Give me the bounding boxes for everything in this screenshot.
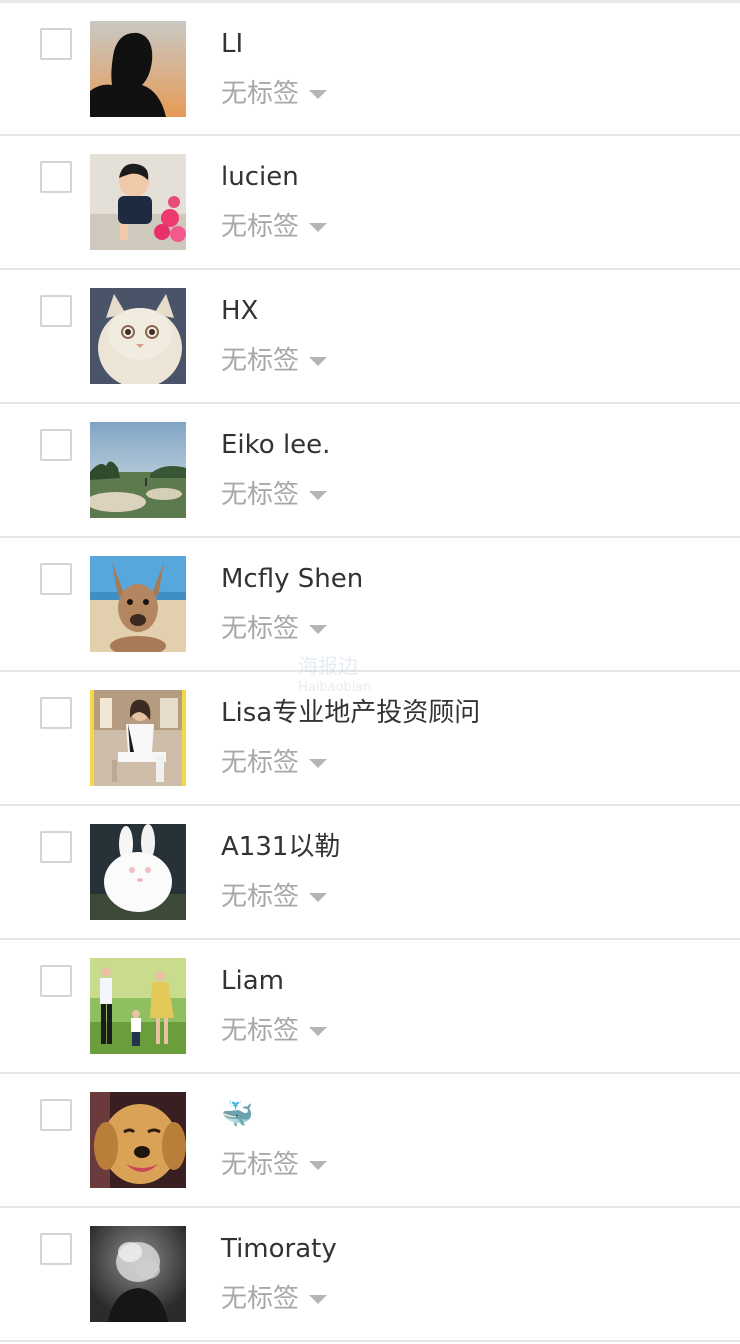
contact-name: 🐳 (221, 1100, 254, 1130)
caret-down-icon (309, 758, 328, 768)
tag-label: 无标签 (221, 748, 300, 778)
select-checkbox[interactable] (40, 161, 72, 193)
contact-row: Mcfly Shen 无标签 (0, 538, 740, 672)
tag-label: 无标签 (221, 1016, 300, 1046)
caret-down-icon (309, 1026, 328, 1036)
contact-row: HX 无标签 (0, 270, 740, 404)
tag-label: 无标签 (221, 614, 300, 644)
tag-dropdown[interactable]: 无标签 (221, 1014, 328, 1048)
golf-course-landscape-photo (90, 422, 186, 518)
select-checkbox[interactable] (40, 295, 72, 327)
avatar[interactable] (90, 288, 186, 384)
avatar[interactable] (90, 824, 186, 920)
select-checkbox[interactable] (40, 831, 72, 863)
select-checkbox[interactable] (40, 1099, 72, 1131)
caret-down-icon (309, 89, 328, 99)
tag-dropdown[interactable]: 无标签 (221, 344, 328, 378)
contact-name: Timoraty (221, 1234, 337, 1264)
tag-dropdown[interactable]: 无标签 (221, 1282, 328, 1316)
select-checkbox[interactable] (40, 429, 72, 461)
avatar[interactable] (90, 690, 186, 786)
contact-name: Eiko lee. (221, 430, 331, 460)
caret-down-icon (309, 1294, 328, 1304)
tag-dropdown[interactable]: 无标签 (221, 210, 328, 244)
avatar[interactable] (90, 1226, 186, 1322)
tag-label: 无标签 (221, 346, 300, 376)
contact-name: Mcfly Shen (221, 564, 364, 594)
contact-name: A131以勒 (221, 832, 341, 862)
select-checkbox[interactable] (40, 1233, 72, 1265)
avatar[interactable] (90, 958, 186, 1054)
avatar[interactable] (90, 422, 186, 518)
tag-dropdown[interactable]: 无标签 (221, 1148, 328, 1182)
contact-name: HX (221, 296, 259, 326)
contact-name: lucien (221, 162, 299, 192)
caret-down-icon (309, 490, 328, 500)
tag-dropdown[interactable]: 无标签 (221, 880, 328, 914)
tag-label: 无标签 (221, 1284, 300, 1314)
contact-row: Liam 无标签 (0, 940, 740, 1074)
contact-row: Eiko lee. 无标签 (0, 404, 740, 538)
contact-row: lucien 无标签 (0, 136, 740, 270)
avatar[interactable] (90, 21, 186, 117)
select-checkbox[interactable] (40, 563, 72, 595)
tag-dropdown[interactable]: 无标签 (221, 612, 328, 646)
white-rabbit-photo (90, 824, 186, 920)
contact-list: LI 无标签 lucien 无标签 HX 无标签 Eiko lee. 无标签 M… (0, 0, 740, 1344)
tag-dropdown[interactable]: 无标签 (221, 478, 328, 512)
contact-row: Timoraty 无标签 (0, 1208, 740, 1342)
caret-down-icon (309, 222, 328, 232)
avatar[interactable] (90, 154, 186, 250)
contact-row: Lisa专业地产投资顾问 无标签 (0, 672, 740, 806)
contact-name: Liam (221, 966, 284, 996)
family-walking-photo (90, 958, 186, 1054)
toddler-with-flowers-photo (90, 154, 186, 250)
woman-seated-photo (90, 690, 186, 786)
contact-row: 🐳 无标签 (0, 1074, 740, 1208)
kangaroo-beach-photo (90, 556, 186, 652)
smoke-portrait-photo (90, 1226, 186, 1322)
contact-row: LI 无标签 (0, 3, 740, 136)
tag-dropdown[interactable]: 无标签 (221, 746, 328, 780)
tag-label: 无标签 (221, 79, 300, 109)
person-silhouette-sunset-photo (90, 21, 186, 117)
caret-down-icon (309, 892, 328, 902)
golden-retriever-photo (90, 1092, 186, 1188)
caret-down-icon (309, 1160, 328, 1170)
tag-label: 无标签 (221, 1150, 300, 1180)
caret-down-icon (309, 624, 328, 634)
contact-row: A131以勒 无标签 (0, 806, 740, 940)
contact-name: Lisa专业地产投资顾问 (221, 698, 481, 728)
tag-label: 无标签 (221, 882, 300, 912)
fluffy-cat-photo (90, 288, 186, 384)
tag-label: 无标签 (221, 480, 300, 510)
tag-dropdown[interactable]: 无标签 (221, 77, 328, 111)
select-checkbox[interactable] (40, 28, 72, 60)
avatar[interactable] (90, 556, 186, 652)
avatar[interactable] (90, 1092, 186, 1188)
select-checkbox[interactable] (40, 965, 72, 997)
select-checkbox[interactable] (40, 697, 72, 729)
caret-down-icon (309, 356, 328, 366)
contact-name: LI (221, 29, 244, 59)
tag-label: 无标签 (221, 212, 300, 242)
